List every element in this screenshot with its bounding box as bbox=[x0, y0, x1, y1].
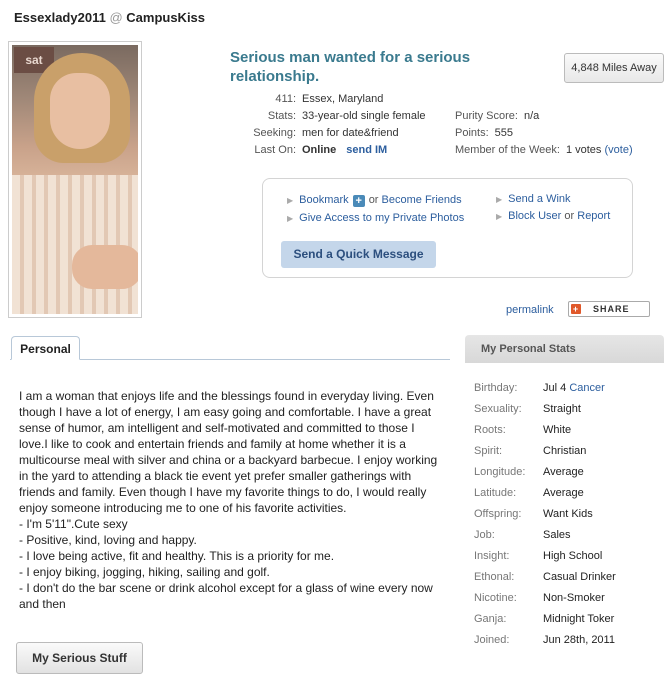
stat-nicotine: Nicotine: Non-Smoker bbox=[474, 592, 605, 604]
stats-value: 33-year-old single female bbox=[302, 110, 426, 122]
username[interactable]: Essexlady2011 bbox=[14, 10, 106, 25]
send-quick-message-button[interactable]: Send a Quick Message bbox=[281, 241, 436, 268]
online-status: Online bbox=[302, 144, 337, 156]
profile-scores: Purity Score: n/a Points: 555 Member of th… bbox=[455, 108, 633, 159]
stat-sexuality: Sexuality: Straight bbox=[474, 403, 581, 415]
send-wink-link[interactable]: Send a Wink bbox=[508, 193, 570, 205]
profile-header: Essexlady2011 @ CampusKiss bbox=[14, 10, 205, 25]
stat-ganja: Ganja: Midnight Toker bbox=[474, 613, 615, 625]
seeking-label: Seeking: bbox=[253, 127, 296, 139]
stat-longitude: Longitude: Average bbox=[474, 466, 584, 478]
stat-joined: Joined: Jun 28th, 2011 bbox=[474, 634, 615, 646]
share-plus-icon: + bbox=[571, 304, 581, 314]
profile-photo-image: sat bbox=[12, 45, 138, 314]
bio-line: - I'm 5'11".Cute sexy bbox=[19, 517, 128, 531]
plus-icon[interactable]: + bbox=[352, 195, 365, 207]
bullet-triangle-icon: ▶ bbox=[496, 212, 503, 221]
at-sign: @ bbox=[109, 10, 123, 25]
profile-actions-panel: ▶ Bookmark + or Become Friends ▶ Give Access… bbox=[262, 178, 633, 278]
bio-text: I am a woman that enjoys life and the bl… bbox=[19, 388, 439, 612]
block-row: ▶ Block User or Report bbox=[496, 210, 610, 222]
or-text: or bbox=[368, 194, 379, 206]
share-button[interactable]: + SHARE bbox=[568, 301, 650, 317]
bio-line: - I don't do the bar scene or drink alco… bbox=[19, 581, 433, 611]
id-label: 411: bbox=[275, 93, 296, 105]
my-serious-stuff-button[interactable]: My Serious Stuff bbox=[16, 642, 143, 674]
profile-headline: Serious man wanted for a serious relatio… bbox=[230, 49, 471, 85]
permalink-link[interactable]: permalink bbox=[506, 304, 554, 316]
purity-label: Purity Score: bbox=[455, 110, 518, 122]
stats-label: Stats: bbox=[267, 110, 296, 122]
stat-offspring: Offspring: Want Kids bbox=[474, 508, 593, 520]
bookmark-row: ▶ Bookmark + or Become Friends bbox=[287, 194, 462, 207]
motw-value: 1 votes bbox=[565, 144, 602, 156]
stat-insight: Insight: High School bbox=[474, 550, 603, 562]
bullet-triangle-icon: ▶ bbox=[287, 214, 294, 223]
report-link[interactable]: Report bbox=[577, 210, 610, 222]
give-access-link[interactable]: Give Access to my Private Photos bbox=[299, 212, 464, 224]
bio-paragraph: I am a woman that enjoys life and the bl… bbox=[19, 389, 438, 515]
stat-roots: Roots: White bbox=[474, 424, 572, 436]
send-im-link[interactable]: send IM bbox=[346, 144, 387, 156]
profile-photo[interactable]: sat bbox=[8, 41, 142, 318]
motw-label: Member of the Week: bbox=[455, 144, 560, 156]
bullet-triangle-icon: ▶ bbox=[496, 195, 503, 204]
purity-value[interactable]: n/a bbox=[524, 110, 539, 122]
or-text: or bbox=[564, 210, 575, 222]
give-access-row: ▶ Give Access to my Private Photos bbox=[287, 212, 464, 224]
bio-line: - I love being active, fit and healthy. … bbox=[19, 549, 335, 563]
share-label: SHARE bbox=[593, 304, 630, 314]
zodiac-link[interactable]: Cancer bbox=[569, 382, 604, 394]
stat-birthday: Birthday: Jul 4 Cancer bbox=[474, 382, 605, 394]
become-friends-link[interactable]: Become Friends bbox=[382, 194, 462, 206]
stat-job: Job: Sales bbox=[474, 529, 571, 541]
personal-stats-heading: My Personal Stats bbox=[465, 335, 664, 363]
points-label: Points: bbox=[455, 127, 489, 139]
seeking-value: men for date&friend bbox=[302, 127, 399, 139]
site-name[interactable]: CampusKiss bbox=[126, 10, 205, 25]
stat-latitude: Latitude: Average bbox=[474, 487, 584, 499]
personal-stats-list: Birthday: Jul 4 Cancer Sexuality: Straight… bbox=[474, 380, 616, 653]
bio-line: - Positive, kind, loving and happy. bbox=[19, 533, 197, 547]
bio-line: - I enjoy biking, jogging, hiking, saili… bbox=[19, 565, 270, 579]
distance-button[interactable]: 4,848 Miles Away bbox=[564, 53, 664, 83]
bullet-triangle-icon: ▶ bbox=[287, 196, 294, 205]
tab-personal[interactable]: Personal bbox=[11, 336, 80, 360]
points-value[interactable]: 555 bbox=[495, 127, 513, 139]
block-user-link[interactable]: Block User bbox=[508, 210, 561, 222]
bookmark-link[interactable]: Bookmark bbox=[299, 194, 349, 206]
profile-info: 411: Essex, Maryland Stats: 33-year-old si… bbox=[248, 91, 426, 159]
last-on-label: Last On: bbox=[254, 144, 296, 156]
location-value: Essex, Maryland bbox=[302, 93, 384, 105]
vote-link[interactable]: (vote) bbox=[604, 144, 632, 156]
stat-ethonal: Ethonal: Casual Drinker bbox=[474, 571, 616, 583]
wink-row: ▶ Send a Wink bbox=[496, 193, 571, 205]
stat-spirit: Spirit: Christian bbox=[474, 445, 587, 457]
